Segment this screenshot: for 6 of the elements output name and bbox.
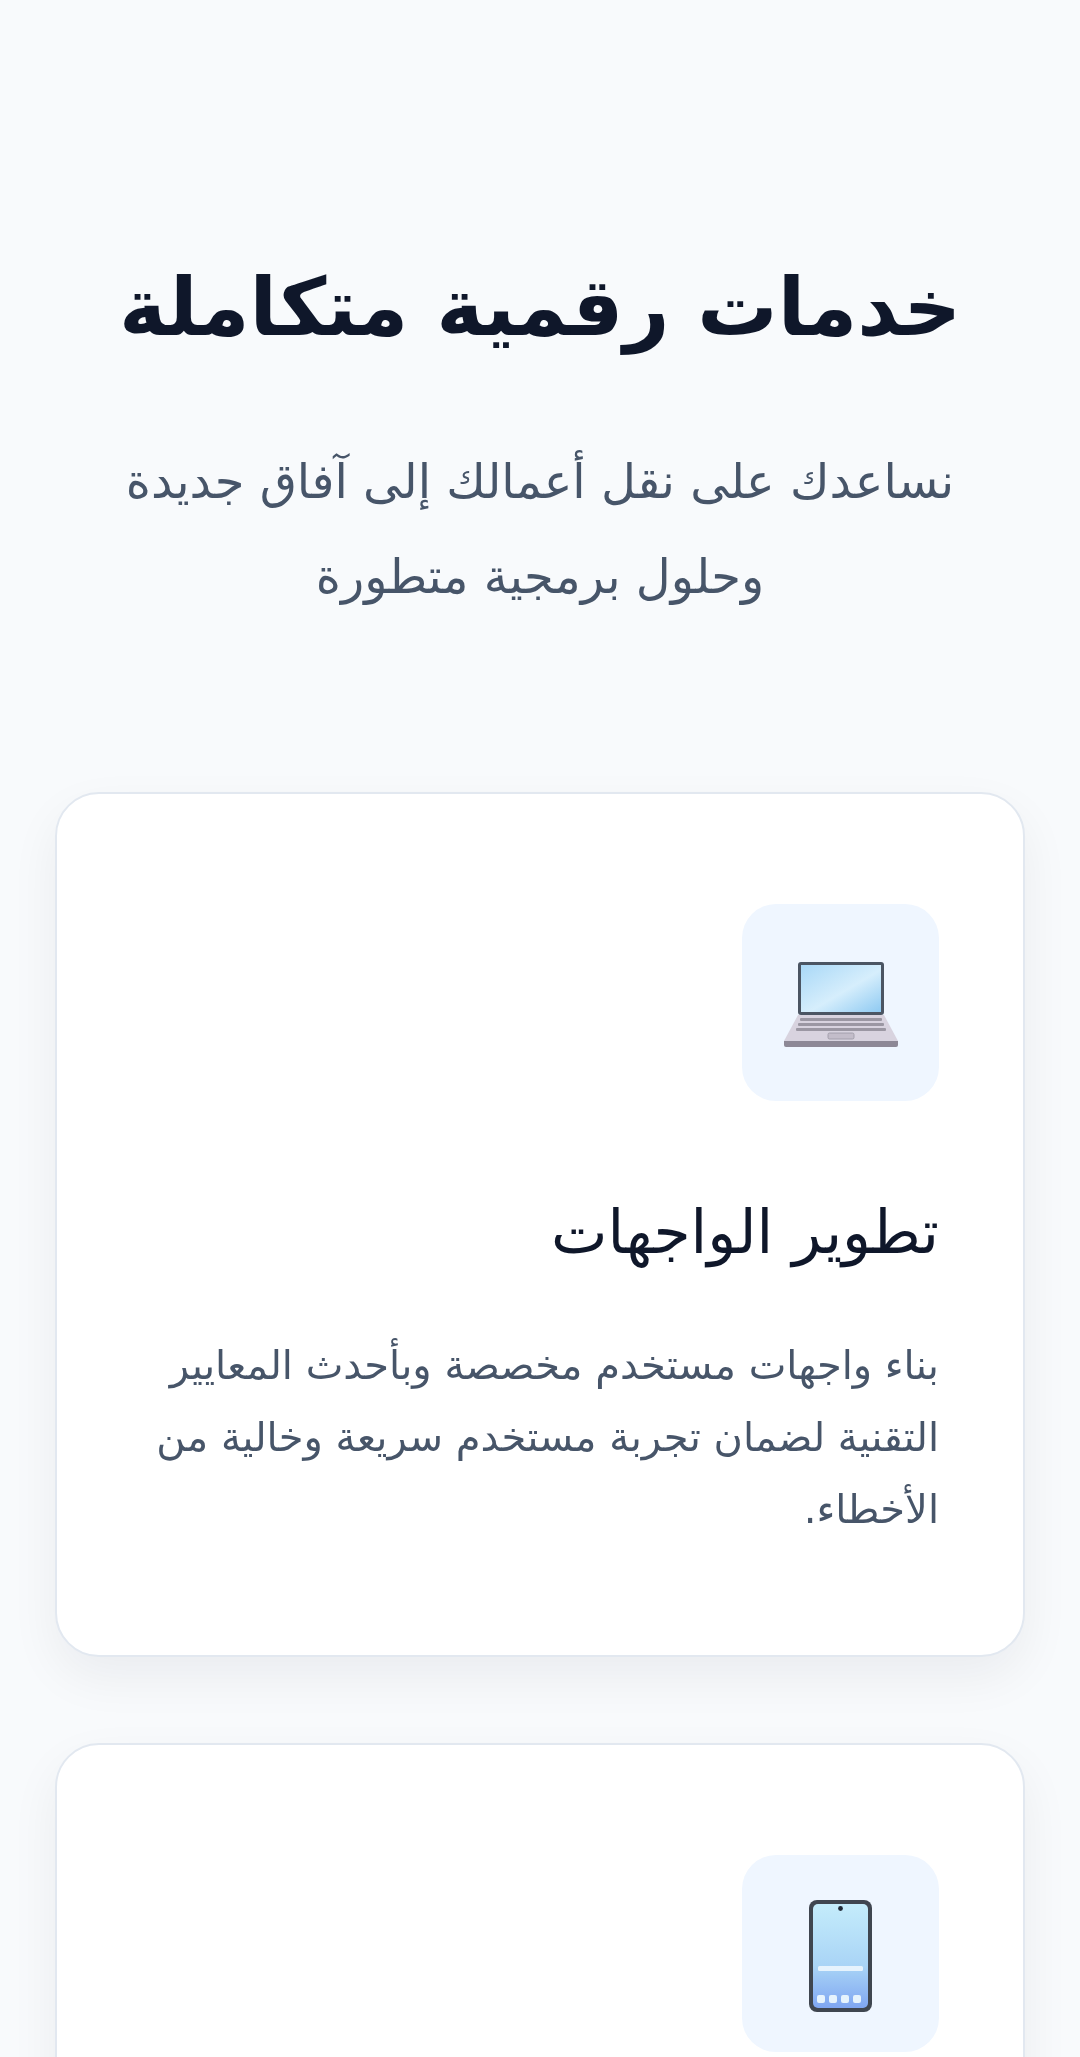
section-title: خدمات رقمية متكاملة xyxy=(118,260,962,357)
phone-icon xyxy=(742,1855,939,2052)
section-subtitle: نساعدك على نقل أعمالك إلى آفاق جديدة وحلول برمجية متطورة xyxy=(90,434,990,624)
card-title: تطوير الواجهات xyxy=(551,1196,939,1270)
laptop-icon xyxy=(742,904,939,1101)
card-description: بناء واجهات مستخدم مخصصة وبأحدث المعايير التقنية لضمان تجربة مستخدم سريعة وخالية من الأخطاء. xyxy=(141,1329,939,1545)
